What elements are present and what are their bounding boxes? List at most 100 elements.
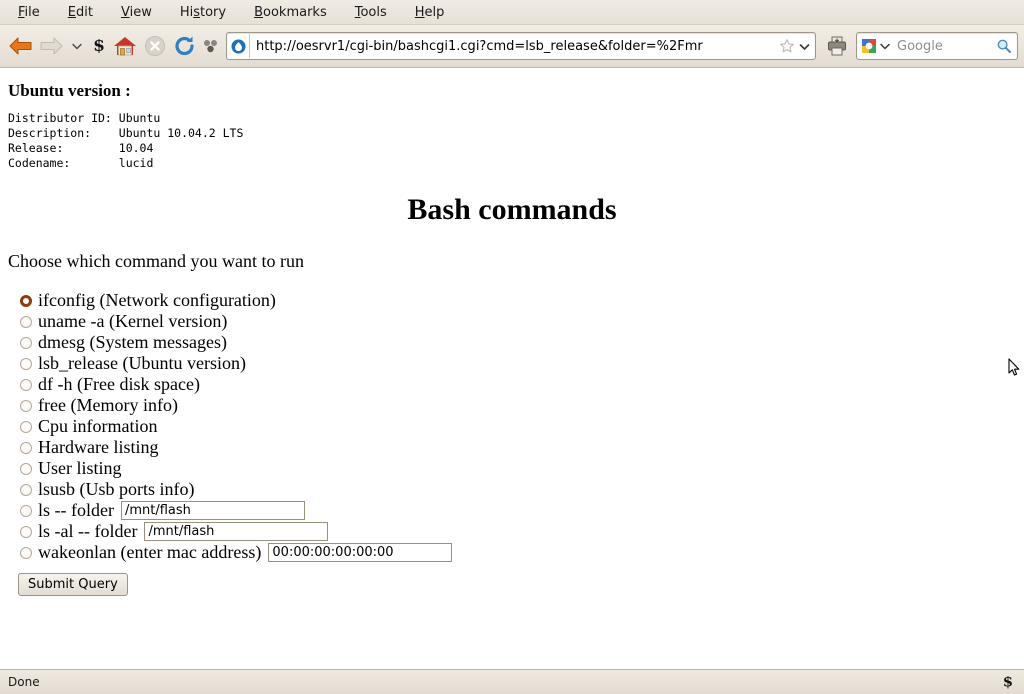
status-text: Done: [8, 675, 40, 689]
menu-bookmarks[interactable]: Bookmarks: [244, 3, 337, 22]
option-row-ifconfig[interactable]: ifconfig (Network configuration): [8, 290, 1016, 311]
extension-button[interactable]: [200, 31, 222, 61]
star-outline-icon: [780, 39, 794, 53]
menu-view[interactable]: View: [111, 3, 162, 22]
option-label-ifconfig: ifconfig (Network configuration): [38, 290, 276, 310]
option-row-ls-al-folder[interactable]: ls -al -- folder: [8, 521, 1016, 542]
menu-bar: File Edit View History Bookmarks Tools H…: [0, 0, 1024, 25]
menu-history-post: tory: [200, 4, 227, 20]
stop-close-icon: [145, 36, 165, 56]
magnifier-icon: [997, 39, 1011, 53]
option-row-uname[interactable]: uname -a (Kernel version): [8, 311, 1016, 332]
menu-file-post: ile: [24, 4, 40, 20]
option-row-wakeonlan[interactable]: wakeonlan (enter mac address): [8, 542, 1016, 563]
option-label-free: free (Memory info): [38, 395, 178, 415]
radio-users[interactable]: [20, 462, 32, 475]
radio-ls-folder[interactable]: [20, 504, 32, 517]
menu-history-pre: Hi: [179, 4, 194, 20]
option-label-uname: uname -a (Kernel version): [38, 311, 228, 331]
radio-lsb-release[interactable]: [20, 357, 32, 370]
option-row-dmesg[interactable]: dmesg (System messages): [8, 332, 1016, 353]
browser-chrome: File Edit View History Bookmarks Tools H…: [0, 0, 1024, 68]
back-arrow-icon: [9, 37, 32, 55]
menu-tools[interactable]: Tools: [345, 3, 397, 22]
radio-ls-al-folder[interactable]: [20, 525, 32, 538]
status-bar: Done S: [0, 669, 1024, 694]
menu-edit[interactable]: Edit: [58, 3, 103, 22]
option-row-lsb-release[interactable]: lsb_release (Ubuntu version): [8, 353, 1016, 374]
radio-df[interactable]: [20, 378, 32, 391]
noscript-status-button[interactable]: S: [1000, 674, 1016, 691]
option-label-ls-folder: ls -- folder: [38, 500, 114, 520]
option-label-lsusb: lsusb (Usb ports info): [38, 479, 195, 499]
page-content: Ubuntu version : Distributor ID: Ubuntu …: [0, 69, 1024, 669]
mac-address-input[interactable]: [268, 543, 453, 562]
radio-wakeonlan[interactable]: [20, 546, 32, 559]
radio-uname[interactable]: [20, 315, 32, 328]
radio-hardware[interactable]: [20, 441, 32, 454]
home-icon: [114, 37, 136, 56]
option-label-cpuinfo: Cpu information: [38, 416, 158, 436]
url-history-dropdown-button[interactable]: [798, 40, 811, 53]
noscript-s-icon: S: [1003, 676, 1012, 691]
chevron-down-icon: [72, 43, 82, 50]
menu-history[interactable]: History: [170, 3, 236, 22]
navigation-dropdown-button[interactable]: [66, 31, 88, 61]
search-engine-selector[interactable]: [857, 38, 891, 54]
option-row-cpuinfo[interactable]: Cpu information: [8, 416, 1016, 437]
page-title: Bash commands: [407, 193, 617, 226]
url-bar[interactable]: http://oesrvr1/cgi-bin/bashcgi1.cgi?cmd=…: [226, 32, 816, 60]
option-row-df[interactable]: df -h (Free disk space): [8, 374, 1016, 395]
menu-file[interactable]: File: [8, 3, 50, 22]
search-submit-button[interactable]: [996, 38, 1017, 54]
option-row-free[interactable]: free (Memory info): [8, 395, 1016, 416]
option-row-users[interactable]: User listing: [8, 458, 1016, 479]
radio-cpuinfo[interactable]: [20, 420, 32, 433]
bookmark-star-button[interactable]: [779, 38, 795, 54]
menu-tools-post: ools: [360, 4, 387, 20]
radio-free[interactable]: [20, 399, 32, 412]
option-label-dmesg: dmesg (System messages): [38, 332, 227, 352]
folder-input[interactable]: [120, 501, 305, 520]
option-label-ls-al-folder: ls -al -- folder: [38, 521, 138, 541]
search-bar[interactable]: Google: [856, 32, 1018, 60]
section-title: Ubuntu version :: [8, 81, 131, 100]
menu-bookmarks-accel: B: [254, 4, 264, 20]
option-row-lsusb[interactable]: lsusb (Usb ports info): [8, 479, 1016, 500]
bash-command-form: ifconfig (Network configuration) uname -…: [8, 290, 1016, 596]
navigation-toolbar: S http://oesrvr1/cgi-bin/bashcgi1.cgi?cm…: [0, 25, 1024, 68]
search-input[interactable]: Google: [891, 39, 996, 54]
lsb-release-output: Distributor ID: Ubuntu Description: Ubun…: [8, 111, 244, 170]
chevron-down-icon: [799, 43, 810, 50]
printer-icon: [828, 36, 846, 56]
menu-help-post: elp: [424, 4, 445, 20]
folder-al-input[interactable]: [144, 522, 329, 541]
chevron-down-icon: [880, 43, 890, 50]
option-label-df: df -h (Free disk space): [38, 374, 200, 394]
option-label-users: User listing: [38, 458, 122, 478]
molecule-nodes-icon: [204, 40, 217, 53]
back-button[interactable]: [6, 31, 36, 61]
url-text[interactable]: http://oesrvr1/cgi-bin/bashcgi1.cgi?cmd=…: [250, 39, 779, 54]
stop-button[interactable]: [140, 31, 170, 61]
instruction-text: Choose which command you want to run: [8, 251, 304, 271]
forward-button[interactable]: [36, 31, 66, 61]
submit-query-button[interactable]: Submit Query: [18, 573, 128, 596]
option-row-hardware[interactable]: Hardware listing: [8, 437, 1016, 458]
menu-view-post: iew: [129, 4, 152, 20]
noscript-s-icon: S: [94, 37, 105, 55]
home-button[interactable]: [110, 31, 140, 61]
print-button[interactable]: [822, 31, 852, 61]
menu-history-accel: s: [193, 4, 200, 20]
radio-ifconfig[interactable]: [20, 294, 32, 307]
menu-bookmarks-post: ookmarks: [263, 4, 327, 20]
option-label-hardware: Hardware listing: [38, 437, 159, 457]
forward-arrow-icon: [40, 37, 63, 55]
option-row-ls-folder[interactable]: ls -- folder: [8, 500, 1016, 521]
radio-lsusb[interactable]: [20, 483, 32, 496]
radio-dmesg[interactable]: [20, 336, 32, 349]
reload-button[interactable]: [170, 31, 200, 61]
google-logo-icon: [862, 39, 876, 53]
menu-help[interactable]: Help: [405, 3, 455, 22]
noscript-button[interactable]: S: [88, 31, 110, 61]
